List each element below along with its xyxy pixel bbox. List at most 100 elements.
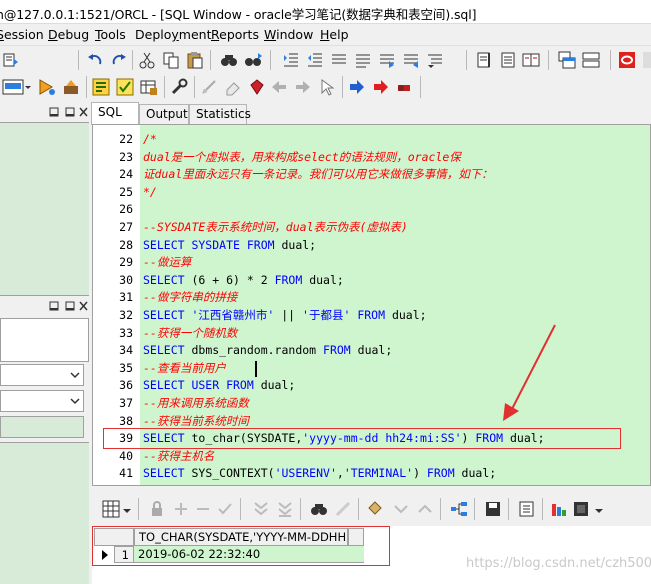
query-icon[interactable] — [2, 51, 20, 69]
code-token: 证dual里面永远只有一条记录。我们可以用它来做很多事情，如下： — [143, 167, 493, 182]
code-line[interactable]: SELECT dbms_random.random FROM dual; — [143, 342, 392, 360]
execute-icon[interactable] — [38, 78, 56, 96]
comment-icon[interactable] — [378, 51, 396, 69]
query-by-example-icon[interactable] — [310, 500, 328, 518]
menu-session[interactable]: Session — [0, 27, 44, 42]
dock-icon[interactable] — [64, 300, 76, 312]
code-line[interactable]: SELECT SYSDATE FROM dual; — [143, 237, 316, 255]
sql-connect-icon[interactable] — [2, 78, 32, 96]
code-line[interactable]: SELECT SYS_CONTEXT('USERENV','TERMINAL')… — [143, 465, 496, 483]
table-lock-icon[interactable] — [140, 78, 158, 96]
code-line[interactable]: */ — [143, 184, 157, 202]
clear-record-icon[interactable] — [334, 500, 352, 518]
arrow-disconnect-icon[interactable] — [396, 78, 414, 96]
code-token: SYS_CONTEXT( — [191, 466, 275, 481]
indent-icon[interactable] — [282, 51, 300, 69]
template-icon[interactable] — [476, 51, 494, 69]
save-results-icon[interactable] — [484, 500, 502, 518]
outdent-icon[interactable] — [306, 51, 324, 69]
filter-dropdown-1[interactable] — [0, 364, 84, 386]
files-tree[interactable] — [0, 442, 89, 584]
tab-statistics[interactable]: Statistics — [189, 104, 251, 124]
sql-editor[interactable]: 22 23 24 25 26 27 28 29 30 31 32 33 34 35 36 37 38 39 40 41… — [92, 124, 651, 486]
pin-icon[interactable] — [48, 106, 60, 118]
sort-descending-icon[interactable] — [392, 500, 410, 518]
undo-icon[interactable] — [86, 51, 104, 69]
tile-windows-icon[interactable] — [582, 51, 600, 69]
code-line[interactable]: /* — [143, 131, 157, 149]
commit-icon[interactable] — [62, 78, 80, 96]
paste-icon[interactable] — [186, 51, 204, 69]
help-icon[interactable] — [642, 51, 651, 69]
sort-ascending-icon[interactable] — [416, 500, 434, 518]
uncomment-icon[interactable] — [402, 51, 420, 69]
arrow-right-blue-icon[interactable] — [348, 78, 366, 96]
ruby-object-icon[interactable] — [248, 78, 266, 96]
menu-reports[interactable]: Reports — [211, 27, 259, 42]
chevron-down-icon[interactable] — [122, 502, 132, 520]
compare-icon[interactable] — [522, 51, 540, 69]
menu-window[interactable]: Window — [264, 27, 313, 42]
code-line[interactable]: --SYSDATE表示系统时间，dual表示伪表(虚拟表) — [143, 219, 408, 237]
filter-dropdown-2[interactable] — [0, 390, 84, 412]
code-line[interactable]: --做字符串的拼接 — [143, 289, 237, 307]
find-icon[interactable] — [220, 51, 238, 69]
cursor-icon[interactable] — [318, 78, 336, 96]
eraser-icon[interactable] — [224, 78, 242, 96]
grid-select-icon[interactable] — [102, 500, 120, 518]
menu-deployment[interactable]: Deployment — [135, 27, 211, 42]
tools-wrench-icon[interactable] — [170, 78, 188, 96]
tab-output[interactable]: Output — [139, 104, 189, 124]
tree-view-icon[interactable] — [450, 500, 468, 518]
print-icon[interactable] — [550, 500, 568, 518]
code-line[interactable]: --做运算 — [143, 254, 191, 272]
uppercase-icon[interactable] — [330, 51, 348, 69]
title-bar: n@127.0.0.1:1521/ORCL - [SQL Window - or… — [0, 0, 651, 24]
export-icon[interactable] — [518, 500, 536, 518]
close-panel-icon[interactable] — [78, 106, 89, 118]
lock-icon[interactable] — [148, 500, 166, 518]
arrow-left-gray-icon[interactable] — [270, 78, 288, 96]
test-icon[interactable] — [116, 78, 134, 96]
redo-icon[interactable] — [110, 51, 128, 69]
code-line[interactable]: --用来调用系统函数 — [143, 395, 249, 413]
sort-icon[interactable] — [366, 500, 384, 518]
find-next-icon[interactable] — [244, 51, 262, 69]
code-line[interactable]: SELECT (6 + 6) * 2 FROM dual; — [143, 272, 344, 290]
options-icon[interactable] — [572, 500, 590, 518]
explain-plan-icon[interactable] — [92, 78, 110, 96]
add-row-icon[interactable] — [172, 500, 190, 518]
code-line[interactable]: SELECT USER FROM dual; — [143, 377, 295, 395]
code-line[interactable]: --获得一个随机数 — [143, 325, 237, 343]
dock-icon[interactable] — [64, 106, 76, 118]
window-list-box[interactable] — [0, 318, 89, 362]
menu-tools[interactable]: Tools — [95, 27, 126, 42]
format-icon[interactable] — [426, 51, 444, 69]
copy-icon[interactable] — [162, 51, 180, 69]
code-line[interactable]: 证dual里面永远只有一条记录。我们可以用它来做很多事情，如下： — [143, 166, 493, 184]
oracle-logo-icon[interactable] — [618, 51, 636, 69]
menu-help[interactable]: Help — [320, 27, 349, 42]
object-browser-tree[interactable] — [0, 122, 89, 296]
code-line[interactable]: --查看当前用户 — [143, 360, 226, 378]
code-line[interactable]: --获得主机名 — [143, 448, 214, 466]
menu-debug[interactable]: Debug — [48, 27, 89, 42]
fetch-last-icon[interactable] — [276, 500, 294, 518]
arrow-right-red-icon[interactable] — [372, 78, 390, 96]
chevron-down-icon[interactable] — [594, 502, 604, 520]
arrow-right-gray-icon[interactable] — [294, 78, 312, 96]
compile-icon[interactable] — [200, 78, 218, 96]
post-changes-icon[interactable] — [216, 500, 234, 518]
code-line[interactable]: dual是一个虚拟表，用来构成select的语法规则，oracle保 — [143, 149, 461, 167]
close-panel-icon[interactable] — [78, 300, 89, 312]
cut-icon[interactable] — [138, 51, 156, 69]
fetch-next-icon[interactable] — [252, 500, 270, 518]
lowercase-icon[interactable] — [354, 51, 372, 69]
pin-icon[interactable] — [48, 300, 60, 312]
delete-row-icon[interactable] — [194, 500, 212, 518]
filter-box[interactable] — [0, 416, 84, 438]
bookmark-icon[interactable] — [500, 51, 518, 69]
tab-sql[interactable]: SQL — [91, 102, 139, 125]
code-line[interactable]: SELECT '江西省赣州市' || '于都县' FROM dual; — [143, 307, 427, 325]
cascade-windows-icon[interactable] — [558, 51, 576, 69]
